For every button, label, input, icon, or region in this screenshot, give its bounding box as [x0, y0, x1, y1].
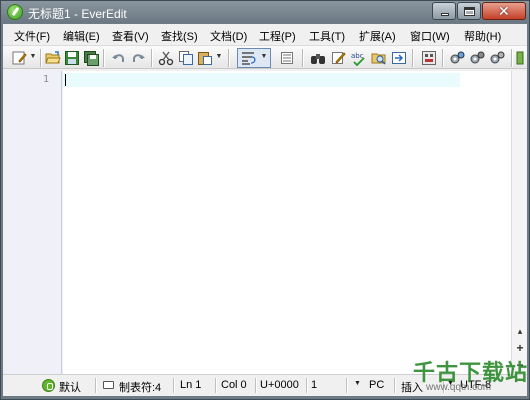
menu-edit[interactable]: 编辑(E)	[63, 28, 100, 44]
char-code: U+0000	[260, 379, 299, 391]
app-window: 无标题1 - EverEdit ✕ 文件(F) 编辑(E) 查看(V) 查找(S…	[0, 0, 530, 400]
title-bar[interactable]: 无标题1 - EverEdit ✕	[1, 1, 529, 23]
selection-count: 1	[311, 379, 318, 391]
paste-dropdown-icon[interactable]: ▼	[215, 53, 223, 63]
current-line-highlight	[63, 73, 460, 87]
maximize-button[interactable]	[457, 2, 481, 20]
new-file-dropdown-icon[interactable]: ▼	[29, 53, 37, 63]
close-icon: ✕	[498, 3, 510, 19]
spell-dictionary[interactable]: 默认	[59, 379, 81, 395]
close-button[interactable]: ✕	[482, 2, 526, 20]
menu-extensions[interactable]: 扩展(A)	[359, 28, 396, 44]
status-separator	[306, 378, 307, 393]
tools-icon[interactable]	[489, 50, 505, 66]
plugin-icon[interactable]	[449, 50, 465, 66]
status-separator	[394, 378, 395, 393]
watermark-url: www.qqtn.com	[426, 382, 492, 393]
macro-record-icon[interactable]	[421, 50, 437, 66]
status-separator	[173, 378, 174, 393]
open-folder-icon[interactable]	[45, 50, 61, 66]
svg-text:abc: abc	[351, 52, 364, 60]
find-in-files-icon[interactable]	[371, 50, 387, 66]
copy-icon[interactable]	[178, 50, 194, 66]
toolbar-separator	[511, 49, 512, 67]
toolbar: ▼ ▼ ▼ abc	[3, 45, 527, 69]
new-file-icon[interactable]	[11, 50, 27, 66]
menu-tools[interactable]: 工具(T)	[309, 28, 345, 44]
maximize-icon	[464, 7, 475, 16]
find-icon[interactable]	[310, 50, 326, 66]
window-title: 无标题1 - EverEdit	[28, 7, 127, 21]
menu-project[interactable]: 工程(P)	[259, 28, 296, 44]
cursor-column: Col 0	[221, 379, 247, 391]
word-wrap-icon	[242, 52, 256, 65]
toolbar-separator	[302, 49, 303, 67]
spell-status-icon[interactable]	[42, 379, 55, 392]
cut-icon[interactable]	[158, 50, 174, 66]
everedit-logo-icon	[7, 4, 23, 20]
toolbar-separator	[442, 49, 443, 67]
menu-help[interactable]: 帮助(H)	[464, 28, 501, 44]
redo-icon[interactable]	[130, 50, 146, 66]
menu-search[interactable]: 查找(S)	[161, 28, 198, 44]
toolbar-separator	[103, 49, 104, 67]
toolbar-separator	[40, 49, 41, 67]
minimize-button[interactable]	[432, 2, 456, 20]
status-separator	[95, 378, 96, 393]
menu-view[interactable]: 查看(V)	[112, 28, 149, 44]
menu-window[interactable]: 窗口(W)	[410, 28, 450, 44]
menu-file[interactable]: 文件(F)	[14, 28, 50, 44]
zoom-strip: ▴ + −	[511, 71, 527, 374]
more-tools-icon[interactable]	[515, 50, 525, 66]
text-caret	[65, 74, 66, 86]
line-number-gutter: 1	[5, 71, 62, 374]
paste-icon[interactable]	[197, 50, 213, 66]
undo-icon[interactable]	[111, 50, 127, 66]
text-editor[interactable]	[63, 71, 511, 374]
save-all-icon[interactable]	[83, 50, 99, 66]
menu-document[interactable]: 文档(D)	[210, 28, 247, 44]
column-mode-icon[interactable]	[279, 50, 295, 66]
save-icon[interactable]	[64, 50, 80, 66]
goto-icon[interactable]	[391, 50, 407, 66]
toolbar-separator	[412, 49, 413, 67]
replace-icon[interactable]	[330, 50, 346, 66]
word-wrap-dropdown-icon[interactable]: ▼	[260, 53, 268, 63]
word-wrap-button[interactable]: ▼	[237, 48, 271, 68]
status-separator	[215, 378, 216, 393]
tab-size[interactable]: 制表符:4	[119, 379, 161, 395]
line-number: 1	[43, 74, 50, 85]
status-separator	[346, 378, 347, 393]
minimize-icon	[441, 13, 449, 16]
spell-check-icon[interactable]: abc	[350, 50, 366, 66]
zoom-handle-icon[interactable]: ▴	[513, 326, 527, 337]
toolbar-separator	[228, 49, 229, 67]
line-ending-dropdown-icon[interactable]: ▼	[354, 380, 361, 387]
toolbar-separator	[151, 49, 152, 67]
client-area: 文件(F) 编辑(E) 查看(V) 查找(S) 文档(D) 工程(P) 工具(T…	[3, 24, 527, 396]
cursor-line: Ln 1	[180, 379, 202, 391]
tab-size-icon	[103, 381, 114, 389]
menu-bar: 文件(F) 编辑(E) 查看(V) 查找(S) 文档(D) 工程(P) 工具(T…	[3, 24, 527, 45]
line-ending[interactable]: PC	[369, 379, 384, 391]
status-separator	[255, 378, 256, 393]
settings-icon[interactable]	[469, 50, 485, 66]
zoom-in-button[interactable]: +	[513, 341, 527, 355]
